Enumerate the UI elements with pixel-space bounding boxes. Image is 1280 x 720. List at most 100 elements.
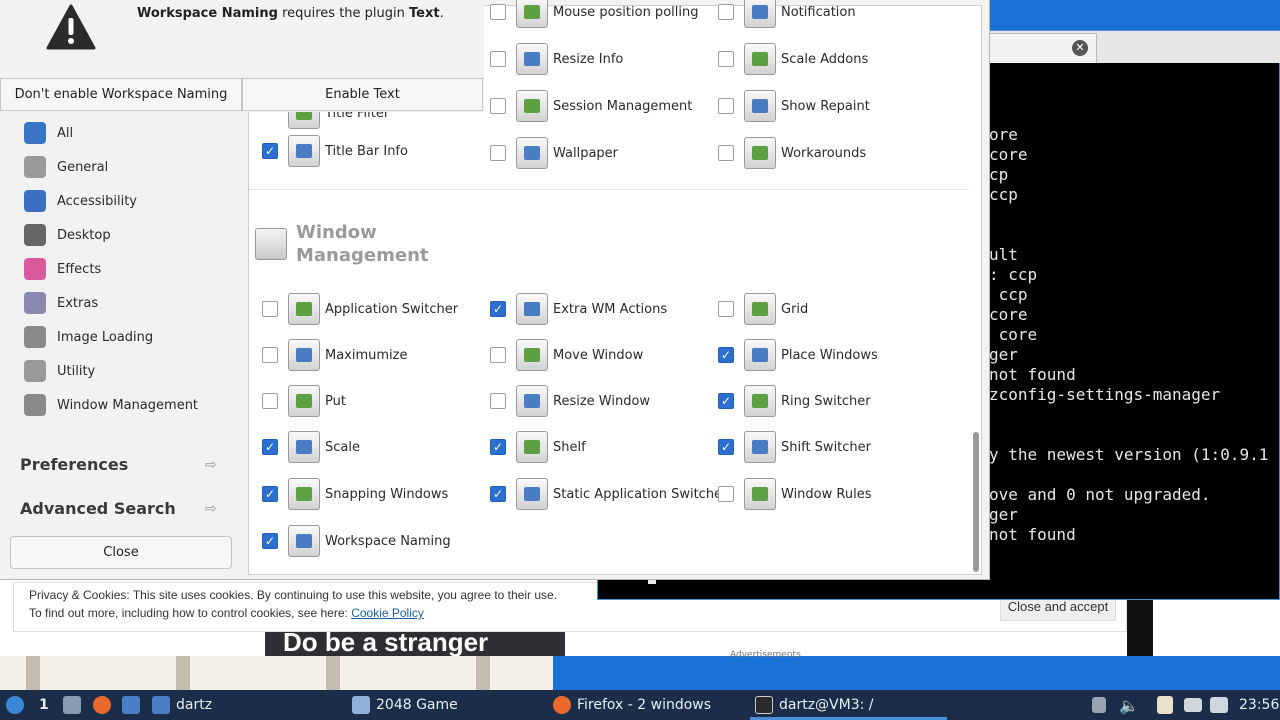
plugin-checkbox[interactable] (262, 393, 278, 409)
plugin-checkbox[interactable] (490, 145, 506, 161)
plugin-checkbox[interactable] (718, 51, 734, 67)
advanced-search-arrow-icon[interactable]: ⇨ (205, 501, 221, 517)
plugin-checkbox[interactable]: ✓ (262, 533, 278, 549)
msg-required-plugin: Text (409, 6, 440, 21)
terminal-line: core (989, 325, 1038, 344)
task-dartz[interactable]: dartz (152, 690, 212, 720)
sidebar-item-effects[interactable]: Effects (24, 257, 101, 281)
task-dartz-vm3[interactable]: dartz@VM3: / (755, 690, 874, 720)
plugin-window-rules[interactable]: Window Rules (718, 477, 871, 511)
plugin-snapping-windows[interactable]: ✓ Snapping Windows (262, 477, 448, 511)
tray-item[interactable] (1210, 690, 1228, 720)
plugin-session-management[interactable]: Session Management (490, 89, 692, 123)
plugin-checkbox[interactable]: ✓ (262, 143, 278, 159)
icon-mark (524, 5, 540, 19)
plugin-checkbox[interactable]: ✓ (490, 439, 506, 455)
plugin-checkbox[interactable] (490, 347, 506, 363)
plugin-shift-switcher[interactable]: ✓ Shift Switcher (718, 430, 871, 464)
plugin-checkbox[interactable] (718, 98, 734, 114)
plugin-maximumize[interactable]: Maximumize (262, 338, 408, 372)
plugin-checkbox[interactable] (490, 51, 506, 67)
plugin-show-repaint[interactable]: Show Repaint (718, 89, 870, 123)
volume-icon[interactable]: 🔈 (1119, 690, 1139, 720)
plugin-grid[interactable]: Grid (718, 292, 808, 326)
plugin-checkbox[interactable] (490, 393, 506, 409)
scrollbar-thumb[interactable] (973, 432, 979, 572)
sidebar-item-accessibility[interactable]: Accessibility (24, 189, 137, 213)
plugin-checkbox[interactable] (262, 301, 278, 317)
plugin-wallpaper[interactable]: Wallpaper (490, 136, 618, 170)
sidebar-item-desktop[interactable]: Desktop (24, 223, 111, 247)
plugin-ring-switcher[interactable]: ✓ Ring Switcher (718, 384, 871, 418)
enable-text-button[interactable]: Enable Text (242, 78, 483, 111)
sidebar-item-utility[interactable]: Utility (24, 359, 95, 383)
plugin-title-bar-info-icon (288, 135, 320, 167)
tray-item[interactable] (1184, 690, 1202, 720)
plugin-checkbox[interactable]: ✓ (262, 439, 278, 455)
terminal-tab[interactable]: ✕ (978, 33, 1097, 63)
cookie-policy-link[interactable]: Cookie Policy (351, 606, 424, 620)
plugin-label: Ring Switcher (781, 393, 871, 409)
preferences-heading[interactable]: Preferences (20, 455, 128, 474)
terminal-output: ore core cp ccp ult: ccp ccp core core ger not … (989, 125, 1268, 545)
plugin-extra-wm-actions[interactable]: ✓ Extra WM Actions (490, 292, 667, 326)
plugin-checkbox[interactable] (718, 145, 734, 161)
plugin-notification[interactable]: Notification (718, 0, 856, 29)
clock[interactable]: 23:56 (1239, 690, 1279, 720)
sidebar-item-extras[interactable]: Extras (24, 291, 98, 315)
plugin-resize-info[interactable]: Resize Info (490, 42, 623, 76)
plugin-checkbox[interactable] (718, 301, 734, 317)
firefox-icon (553, 696, 571, 714)
tray-item[interactable] (1092, 690, 1106, 720)
plugin-checkbox[interactable]: ✓ (262, 486, 278, 502)
plugin-shelf[interactable]: ✓ Shelf (490, 430, 586, 464)
plugin-put[interactable]: Put (262, 384, 346, 418)
sidebar-item-all[interactable]: All (24, 121, 73, 145)
close-icon[interactable]: ✕ (1072, 40, 1088, 56)
plugin-checkbox[interactable] (262, 347, 278, 363)
plugin-place-windows[interactable]: ✓ Place Windows (718, 338, 878, 372)
plugin-checkbox[interactable]: ✓ (718, 439, 734, 455)
plugin-title-bar-info[interactable]: ✓ Title Bar Info (262, 134, 408, 168)
msg-connector: requires the plugin (277, 6, 410, 21)
task-2048-game[interactable]: 2048 Game (352, 690, 458, 720)
icon-mark (296, 144, 312, 158)
plugin-checkbox[interactable]: ✓ (718, 347, 734, 363)
ad-image[interactable]: Do be a stranger (265, 632, 565, 656)
tray-item[interactable] (1157, 690, 1173, 720)
dont-enable-button[interactable]: Don't enable Workspace Naming (0, 78, 242, 111)
plugin-move-window[interactable]: Move Window (490, 338, 643, 372)
plugin-mouse-position-polling[interactable]: Mouse position polling (490, 0, 698, 29)
close-button[interactable]: Close (10, 536, 232, 569)
workspace-switcher[interactable]: 1 (39, 690, 49, 720)
plugin-application-switcher[interactable]: Application Switcher (262, 292, 458, 326)
firefox-launcher[interactable] (93, 690, 111, 720)
plugin-checkbox[interactable] (718, 486, 734, 502)
start-menu-button[interactable] (6, 690, 24, 720)
plugin-checkbox[interactable] (718, 4, 734, 20)
icon-mark (752, 52, 768, 66)
image-strip (26, 656, 40, 690)
task-firefox-2-windows[interactable]: Firefox - 2 windows (553, 690, 711, 720)
sidebar-item-image-loading[interactable]: Image Loading (24, 325, 153, 349)
plugin-checkbox[interactable] (490, 4, 506, 20)
plugin-static-application-switcher[interactable]: ✓ Static Application Switcher (490, 477, 727, 511)
plugin-resize-window[interactable]: Resize Window (490, 384, 650, 418)
plugin-scale-addons[interactable]: Scale Addons (718, 42, 868, 76)
plugin-checkbox[interactable]: ✓ (490, 486, 506, 502)
plugin-scale-icon (288, 431, 320, 463)
plugin-workarounds[interactable]: Workarounds (718, 136, 866, 170)
sidebar-item-general[interactable]: General (24, 155, 108, 179)
files-launcher[interactable] (122, 690, 140, 720)
advanced-search-heading[interactable]: Advanced Search (20, 499, 176, 518)
sidebar-item-window-management[interactable]: Window Management (24, 393, 198, 417)
plugin-workspace-naming[interactable]: ✓ Workspace Naming (262, 524, 451, 558)
plugin-checkbox[interactable] (490, 98, 506, 114)
preferences-arrow-icon[interactable]: ⇨ (205, 457, 221, 473)
plugin-checkbox[interactable]: ✓ (718, 393, 734, 409)
msg-plugin-name: Workspace Naming (137, 6, 278, 21)
terminal-line: ger (989, 505, 1018, 524)
show-desktop-button[interactable] (63, 690, 81, 720)
plugin-scale[interactable]: ✓ Scale (262, 430, 360, 464)
plugin-checkbox[interactable]: ✓ (490, 301, 506, 317)
